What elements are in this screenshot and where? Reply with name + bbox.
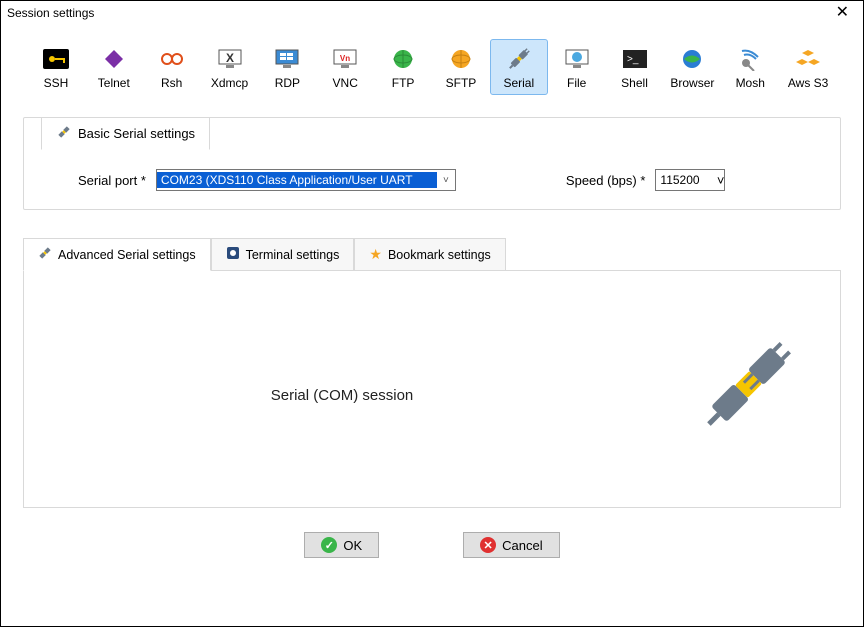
cancel-button[interactable]: ✕ Cancel bbox=[463, 532, 559, 558]
session-type-rsh[interactable]: Rsh bbox=[143, 39, 201, 95]
plug-large-icon bbox=[690, 333, 800, 446]
chevron-down-icon: ˅ bbox=[437, 175, 455, 186]
tab-label: Basic Serial settings bbox=[78, 126, 195, 141]
diamond-icon bbox=[103, 46, 125, 72]
session-type-awss3[interactable]: Aws S3 bbox=[779, 39, 837, 95]
session-type-label: Browser bbox=[670, 76, 714, 90]
session-type-label: Serial bbox=[503, 76, 534, 90]
session-type-label: RDP bbox=[275, 76, 300, 90]
globe-monitor-icon bbox=[564, 46, 590, 72]
star-icon: ★ bbox=[369, 246, 382, 263]
plug-icon bbox=[506, 46, 532, 72]
session-type-shell[interactable]: >_ Shell bbox=[606, 39, 664, 95]
serial-port-select[interactable]: COM23 (XDS110 Class Application/User UAR… bbox=[156, 169, 456, 191]
session-type-label: SSH bbox=[44, 76, 69, 90]
terminal-icon: >_ bbox=[623, 46, 647, 72]
tab-label: Terminal settings bbox=[246, 248, 340, 262]
button-label: Cancel bbox=[502, 538, 542, 553]
tab-terminal-settings[interactable]: Terminal settings bbox=[211, 238, 355, 270]
session-type-vnc[interactable]: Vn VNC bbox=[316, 39, 374, 95]
tab-advanced-serial[interactable]: Advanced Serial settings bbox=[23, 238, 211, 271]
session-type-row: SSH Telnet Rsh X Xdmcp bbox=[23, 39, 841, 95]
close-icon[interactable]: ✕ bbox=[830, 5, 855, 21]
svg-text:>_: >_ bbox=[627, 54, 639, 65]
cross-icon: ✕ bbox=[480, 537, 496, 553]
session-type-xdmcp[interactable]: X Xdmcp bbox=[201, 39, 259, 95]
basic-serial-panel: Basic Serial settings Serial port * COM2… bbox=[23, 117, 841, 210]
ok-button[interactable]: ✓ OK bbox=[304, 532, 379, 558]
chevron-down-icon: ˅ bbox=[717, 173, 725, 188]
session-type-file[interactable]: File bbox=[548, 39, 606, 95]
tab-bookmark-settings[interactable]: ★ Bookmark settings bbox=[354, 238, 505, 270]
windows-monitor-icon bbox=[274, 46, 300, 72]
button-label: OK bbox=[343, 538, 362, 553]
basic-serial-fields: Serial port * COM23 (XDS110 Class Applic… bbox=[42, 169, 822, 191]
cubes-icon bbox=[795, 46, 821, 72]
session-type-label: File bbox=[567, 76, 586, 90]
link-icon bbox=[160, 46, 184, 72]
satellite-icon bbox=[738, 46, 762, 72]
vnc-monitor-icon: Vn bbox=[332, 46, 358, 72]
session-type-label: Rsh bbox=[161, 76, 182, 90]
tab-label: Bookmark settings bbox=[388, 248, 491, 262]
svg-text:X: X bbox=[225, 51, 233, 65]
session-type-browser[interactable]: Browser bbox=[663, 39, 721, 95]
settings-tabs: Advanced Serial settings Terminal settin… bbox=[23, 238, 841, 270]
plug-icon bbox=[38, 246, 52, 263]
session-type-label: Shell bbox=[621, 76, 648, 90]
svg-text:Vn: Vn bbox=[340, 54, 350, 63]
session-type-ftp[interactable]: FTP bbox=[374, 39, 432, 95]
check-icon: ✓ bbox=[321, 537, 337, 553]
session-type-label: Aws S3 bbox=[788, 76, 828, 90]
session-type-ssh[interactable]: SSH bbox=[27, 39, 85, 95]
titlebar: Session settings ✕ bbox=[1, 1, 863, 25]
globe-green-icon bbox=[392, 46, 414, 72]
session-type-label: VNC bbox=[333, 76, 358, 90]
speed-label: Speed (bps) * bbox=[566, 173, 646, 188]
speed-select[interactable]: 115200 ˅ bbox=[655, 169, 725, 191]
dialog-buttons: ✓ OK ✕ Cancel bbox=[23, 532, 841, 558]
session-type-label: Telnet bbox=[98, 76, 130, 90]
session-type-label: FTP bbox=[392, 76, 415, 90]
session-type-sftp[interactable]: SFTP bbox=[432, 39, 490, 95]
advanced-panel: Serial (COM) session bbox=[23, 270, 841, 508]
serial-port-value: COM23 (XDS110 Class Application/User UAR… bbox=[157, 172, 437, 188]
session-type-rdp[interactable]: RDP bbox=[258, 39, 316, 95]
tab-basic-serial[interactable]: Basic Serial settings bbox=[41, 117, 210, 150]
gear-icon bbox=[226, 246, 240, 263]
session-type-label: Mosh bbox=[736, 76, 765, 90]
window-title: Session settings bbox=[7, 6, 94, 20]
session-type-mosh[interactable]: Mosh bbox=[721, 39, 779, 95]
x-monitor-icon: X bbox=[217, 46, 243, 72]
session-type-telnet[interactable]: Telnet bbox=[85, 39, 143, 95]
session-settings-window: Session settings ✕ SSH Telnet bbox=[0, 0, 864, 627]
content-area: SSH Telnet Rsh X Xdmcp bbox=[1, 25, 863, 626]
key-icon bbox=[43, 46, 69, 72]
session-type-serial[interactable]: Serial bbox=[490, 39, 548, 95]
speed-value: 115200 bbox=[656, 172, 716, 188]
tab-label: Advanced Serial settings bbox=[58, 248, 196, 262]
globe-orange-icon bbox=[450, 46, 472, 72]
serial-port-label: Serial port * bbox=[78, 173, 146, 188]
session-type-label: Xdmcp bbox=[211, 76, 248, 90]
plug-icon bbox=[56, 124, 72, 143]
globe-blue-icon bbox=[681, 46, 703, 72]
session-type-label: SFTP bbox=[446, 76, 477, 90]
